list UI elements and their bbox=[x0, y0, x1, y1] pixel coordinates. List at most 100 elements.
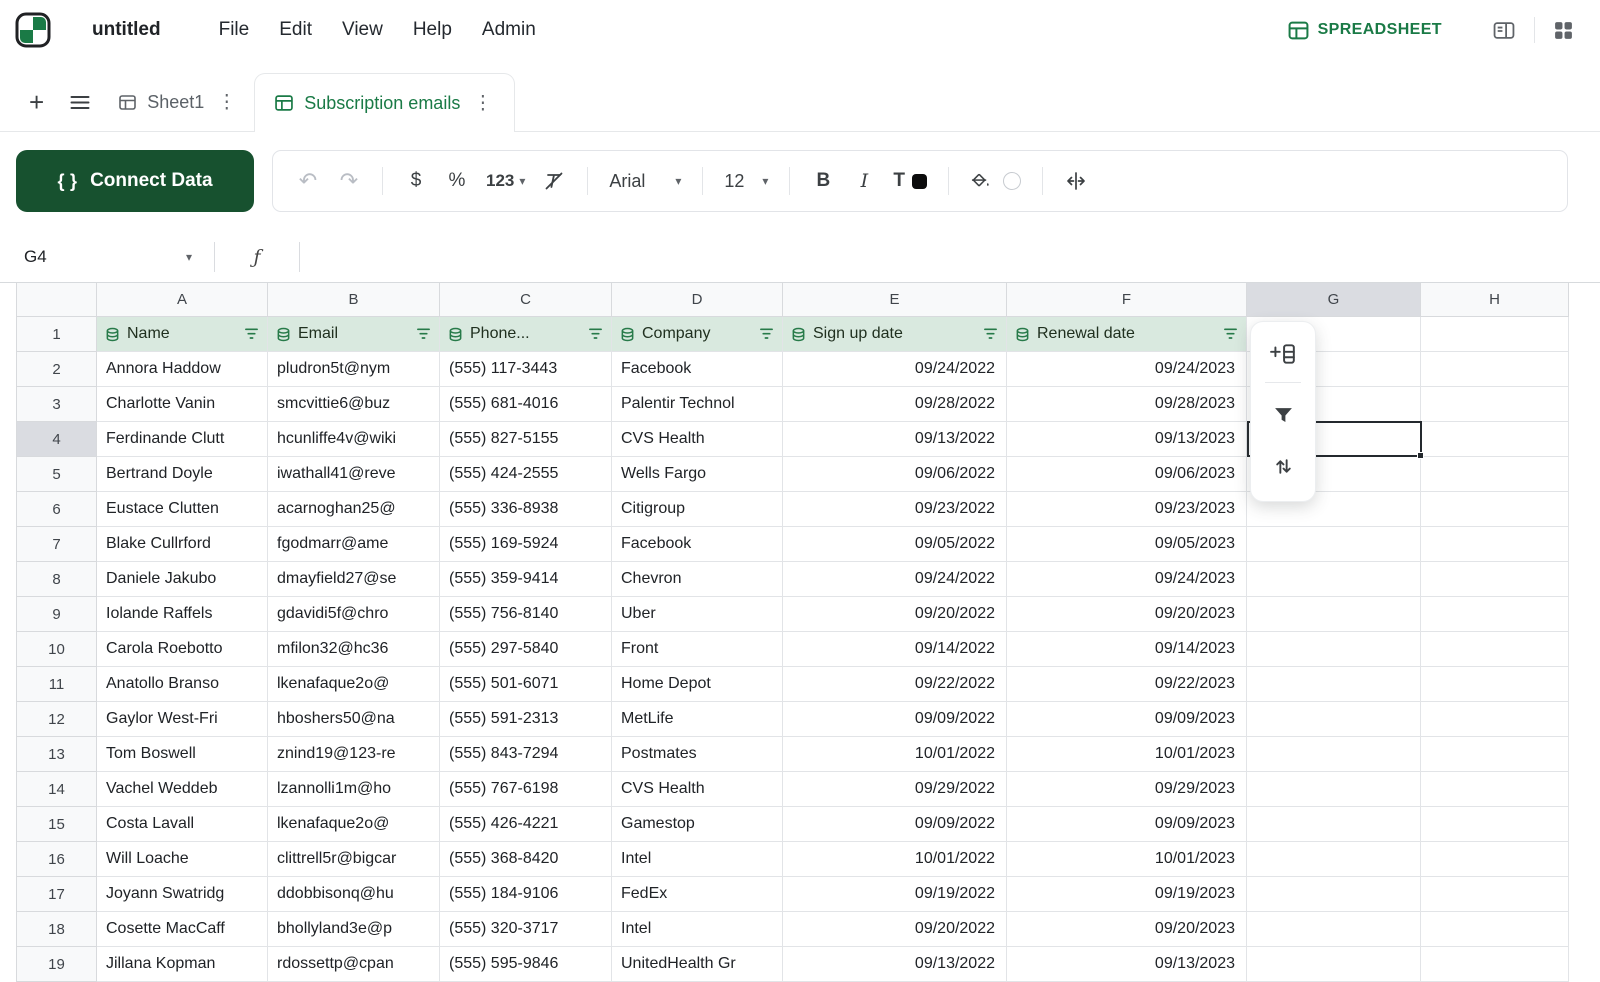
cell[interactable]: clittrell5r@bigcar bbox=[268, 842, 440, 877]
cell[interactable]: (555) 424-2555 bbox=[440, 457, 612, 492]
cell[interactable]: 09/14/2023 bbox=[1007, 632, 1247, 667]
cell[interactable]: (555) 591-2313 bbox=[440, 702, 612, 737]
cell[interactable] bbox=[1421, 947, 1569, 982]
cell[interactable]: (555) 501-6071 bbox=[440, 667, 612, 702]
clear-formatting-button[interactable] bbox=[535, 161, 573, 201]
row-header-2[interactable]: 2 bbox=[17, 352, 97, 387]
cell[interactable]: 09/13/2022 bbox=[783, 947, 1007, 982]
cell[interactable]: 09/09/2022 bbox=[783, 807, 1007, 842]
cell[interactable]: lzannolli1m@ho bbox=[268, 772, 440, 807]
cell[interactable]: fgodmarr@ame bbox=[268, 527, 440, 562]
add-sheet-button[interactable]: + bbox=[16, 73, 57, 131]
cell[interactable]: Front bbox=[612, 632, 783, 667]
cell[interactable]: ddobbisonq@hu bbox=[268, 877, 440, 912]
cell[interactable]: Wells Fargo bbox=[612, 457, 783, 492]
cell[interactable]: Vachel Weddeb bbox=[97, 772, 268, 807]
cell[interactable]: Annora Haddow bbox=[97, 352, 268, 387]
column-filter-icon[interactable] bbox=[416, 327, 431, 341]
row-header-7[interactable]: 7 bbox=[17, 527, 97, 562]
column-header-B[interactable]: B bbox=[268, 283, 440, 317]
cell[interactable] bbox=[1247, 912, 1421, 947]
field-header-renewal-date[interactable]: Renewal date bbox=[1007, 317, 1247, 352]
cell[interactable]: rdossettp@cpan bbox=[268, 947, 440, 982]
cell[interactable]: (555) 336-8938 bbox=[440, 492, 612, 527]
menu-file[interactable]: File bbox=[219, 19, 250, 41]
cell[interactable]: Uber bbox=[612, 597, 783, 632]
cell[interactable]: lkenafaque2o@ bbox=[268, 667, 440, 702]
cell[interactable]: (555) 169-5924 bbox=[440, 527, 612, 562]
cell[interactable]: Intel bbox=[612, 912, 783, 947]
field-header-name[interactable]: Name bbox=[97, 317, 268, 352]
cell[interactable]: MetLife bbox=[612, 702, 783, 737]
cell[interactable]: (555) 827-5155 bbox=[440, 422, 612, 457]
cell[interactable]: mfilon32@hc36 bbox=[268, 632, 440, 667]
cell[interactable] bbox=[1421, 737, 1569, 772]
cell[interactable]: pludron5t@nym bbox=[268, 352, 440, 387]
cell[interactable]: dmayfield27@se bbox=[268, 562, 440, 597]
resize-columns-button[interactable] bbox=[1057, 161, 1095, 201]
row-header-8[interactable]: 8 bbox=[17, 562, 97, 597]
field-header-sign-up-date[interactable]: Sign up date bbox=[783, 317, 1007, 352]
cell[interactable]: Palentir Technol bbox=[612, 387, 783, 422]
cell[interactable]: 09/24/2022 bbox=[783, 562, 1007, 597]
cell[interactable]: 09/20/2022 bbox=[783, 912, 1007, 947]
apps-grid-button[interactable] bbox=[1549, 16, 1578, 45]
cell[interactable]: 09/06/2022 bbox=[783, 457, 1007, 492]
cell[interactable]: lkenafaque2o@ bbox=[268, 807, 440, 842]
cell[interactable] bbox=[1421, 667, 1569, 702]
cell[interactable]: CVS Health bbox=[612, 772, 783, 807]
cell[interactable]: iwathall41@reve bbox=[268, 457, 440, 492]
cell[interactable] bbox=[1421, 352, 1569, 387]
cell[interactable] bbox=[1247, 947, 1421, 982]
cell[interactable] bbox=[1247, 632, 1421, 667]
column-filter-icon[interactable] bbox=[244, 327, 259, 341]
row-header-9[interactable]: 9 bbox=[17, 597, 97, 632]
text-color-button[interactable]: T bbox=[886, 161, 934, 201]
cell[interactable]: Joyann Swatridg bbox=[97, 877, 268, 912]
app-logo[interactable] bbox=[14, 11, 52, 49]
cell[interactable] bbox=[1421, 772, 1569, 807]
sort-button[interactable] bbox=[1269, 452, 1298, 481]
kebab-menu-icon[interactable]: ⋮ bbox=[471, 92, 494, 115]
cell[interactable]: Blake Cullrford bbox=[97, 527, 268, 562]
cell[interactable]: FedEx bbox=[612, 877, 783, 912]
cell[interactable]: (555) 297-5840 bbox=[440, 632, 612, 667]
cell[interactable]: Home Depot bbox=[612, 667, 783, 702]
column-filter-icon[interactable] bbox=[588, 327, 603, 341]
column-header-C[interactable]: C bbox=[440, 283, 612, 317]
cell[interactable]: CVS Health bbox=[612, 422, 783, 457]
column-filter-icon[interactable] bbox=[1223, 327, 1238, 341]
row-header-1[interactable]: 1 bbox=[17, 317, 97, 352]
cell[interactable]: Ferdinande Clutt bbox=[97, 422, 268, 457]
add-row-button[interactable] bbox=[1266, 339, 1300, 369]
layout-toggle-button[interactable] bbox=[1488, 16, 1520, 45]
percent-format-button[interactable]: % bbox=[438, 161, 476, 201]
cell[interactable]: gdavidi5f@chro bbox=[268, 597, 440, 632]
cell[interactable]: (555) 681-4016 bbox=[440, 387, 612, 422]
cell[interactable] bbox=[1247, 597, 1421, 632]
row-header-5[interactable]: 5 bbox=[17, 457, 97, 492]
cell[interactable]: 09/22/2022 bbox=[783, 667, 1007, 702]
row-header-3[interactable]: 3 bbox=[17, 387, 97, 422]
cell[interactable]: 09/09/2023 bbox=[1007, 807, 1247, 842]
row-header-11[interactable]: 11 bbox=[17, 667, 97, 702]
menu-admin[interactable]: Admin bbox=[482, 19, 536, 41]
column-header-A[interactable]: A bbox=[97, 283, 268, 317]
number-format-dropdown[interactable]: 123 ▾ bbox=[479, 161, 532, 201]
column-header-G[interactable]: G bbox=[1247, 283, 1421, 317]
row-header-6[interactable]: 6 bbox=[17, 492, 97, 527]
cell[interactable]: 09/09/2023 bbox=[1007, 702, 1247, 737]
column-header-D[interactable]: D bbox=[612, 283, 783, 317]
menu-edit[interactable]: Edit bbox=[279, 19, 312, 41]
cell[interactable] bbox=[1247, 667, 1421, 702]
cell[interactable]: 09/20/2023 bbox=[1007, 912, 1247, 947]
row-header-14[interactable]: 14 bbox=[17, 772, 97, 807]
cell[interactable]: 09/20/2023 bbox=[1007, 597, 1247, 632]
cell[interactable] bbox=[1421, 562, 1569, 597]
document-title[interactable]: untitled bbox=[92, 19, 161, 41]
cell[interactable]: 09/29/2023 bbox=[1007, 772, 1247, 807]
cell[interactable] bbox=[1247, 562, 1421, 597]
sheet-list-button[interactable] bbox=[57, 73, 103, 131]
cell[interactable] bbox=[1421, 912, 1569, 947]
redo-button[interactable]: ↷ bbox=[330, 161, 368, 201]
